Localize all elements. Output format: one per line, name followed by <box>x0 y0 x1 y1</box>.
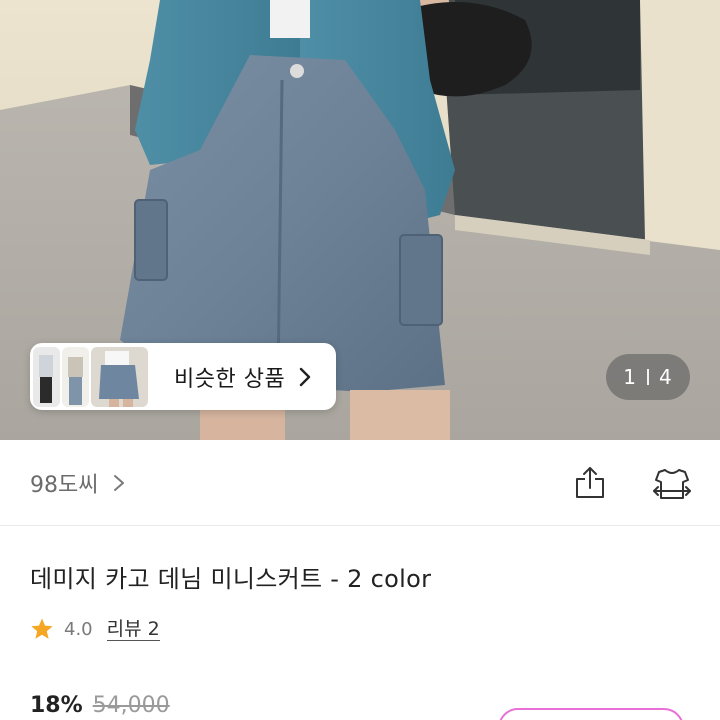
similar-thumbnail <box>62 346 89 407</box>
chevron-right-icon[interactable] <box>112 474 126 492</box>
chevron-right-icon <box>300 367 311 386</box>
image-counter-current: 1 <box>623 365 637 389</box>
share-icon <box>576 466 604 498</box>
discount-rate: 18% <box>30 693 83 718</box>
wardrobe-button[interactable] <box>652 463 692 503</box>
seller-name-link[interactable]: 98도씨 <box>30 467 98 499</box>
price-row: 18% 54,000 <box>30 693 170 718</box>
star-icon <box>31 618 53 639</box>
product-actions <box>570 463 692 503</box>
review-link[interactable]: 리뷰 2 <box>106 618 160 641</box>
similar-products-button[interactable]: 비슷한 상품 <box>30 343 336 410</box>
similar-products-label: 비슷한 상품 <box>174 366 286 392</box>
image-counter-separator <box>647 369 649 385</box>
image-counter-total: 4 <box>659 365 673 389</box>
image-counter: 1 4 <box>606 354 690 400</box>
similar-thumbnail <box>91 346 148 407</box>
rating-value: 4.0 <box>64 618 93 640</box>
similar-thumbnail <box>33 346 60 407</box>
purchase-button[interactable] <box>498 708 684 720</box>
product-title: 데미지 카고 데님 미니스커트 - 2 color <box>30 565 432 593</box>
share-button[interactable] <box>570 463 610 503</box>
product-image-carousel[interactable]: 비슷한 상품 1 4 <box>0 0 720 440</box>
original-price: 54,000 <box>92 693 170 718</box>
wardrobe-icon <box>653 468 691 499</box>
seller-row: 98도씨 <box>0 440 720 526</box>
rating-row: 4.0 리뷰 2 <box>30 617 160 641</box>
similar-thumbnails <box>33 346 148 407</box>
